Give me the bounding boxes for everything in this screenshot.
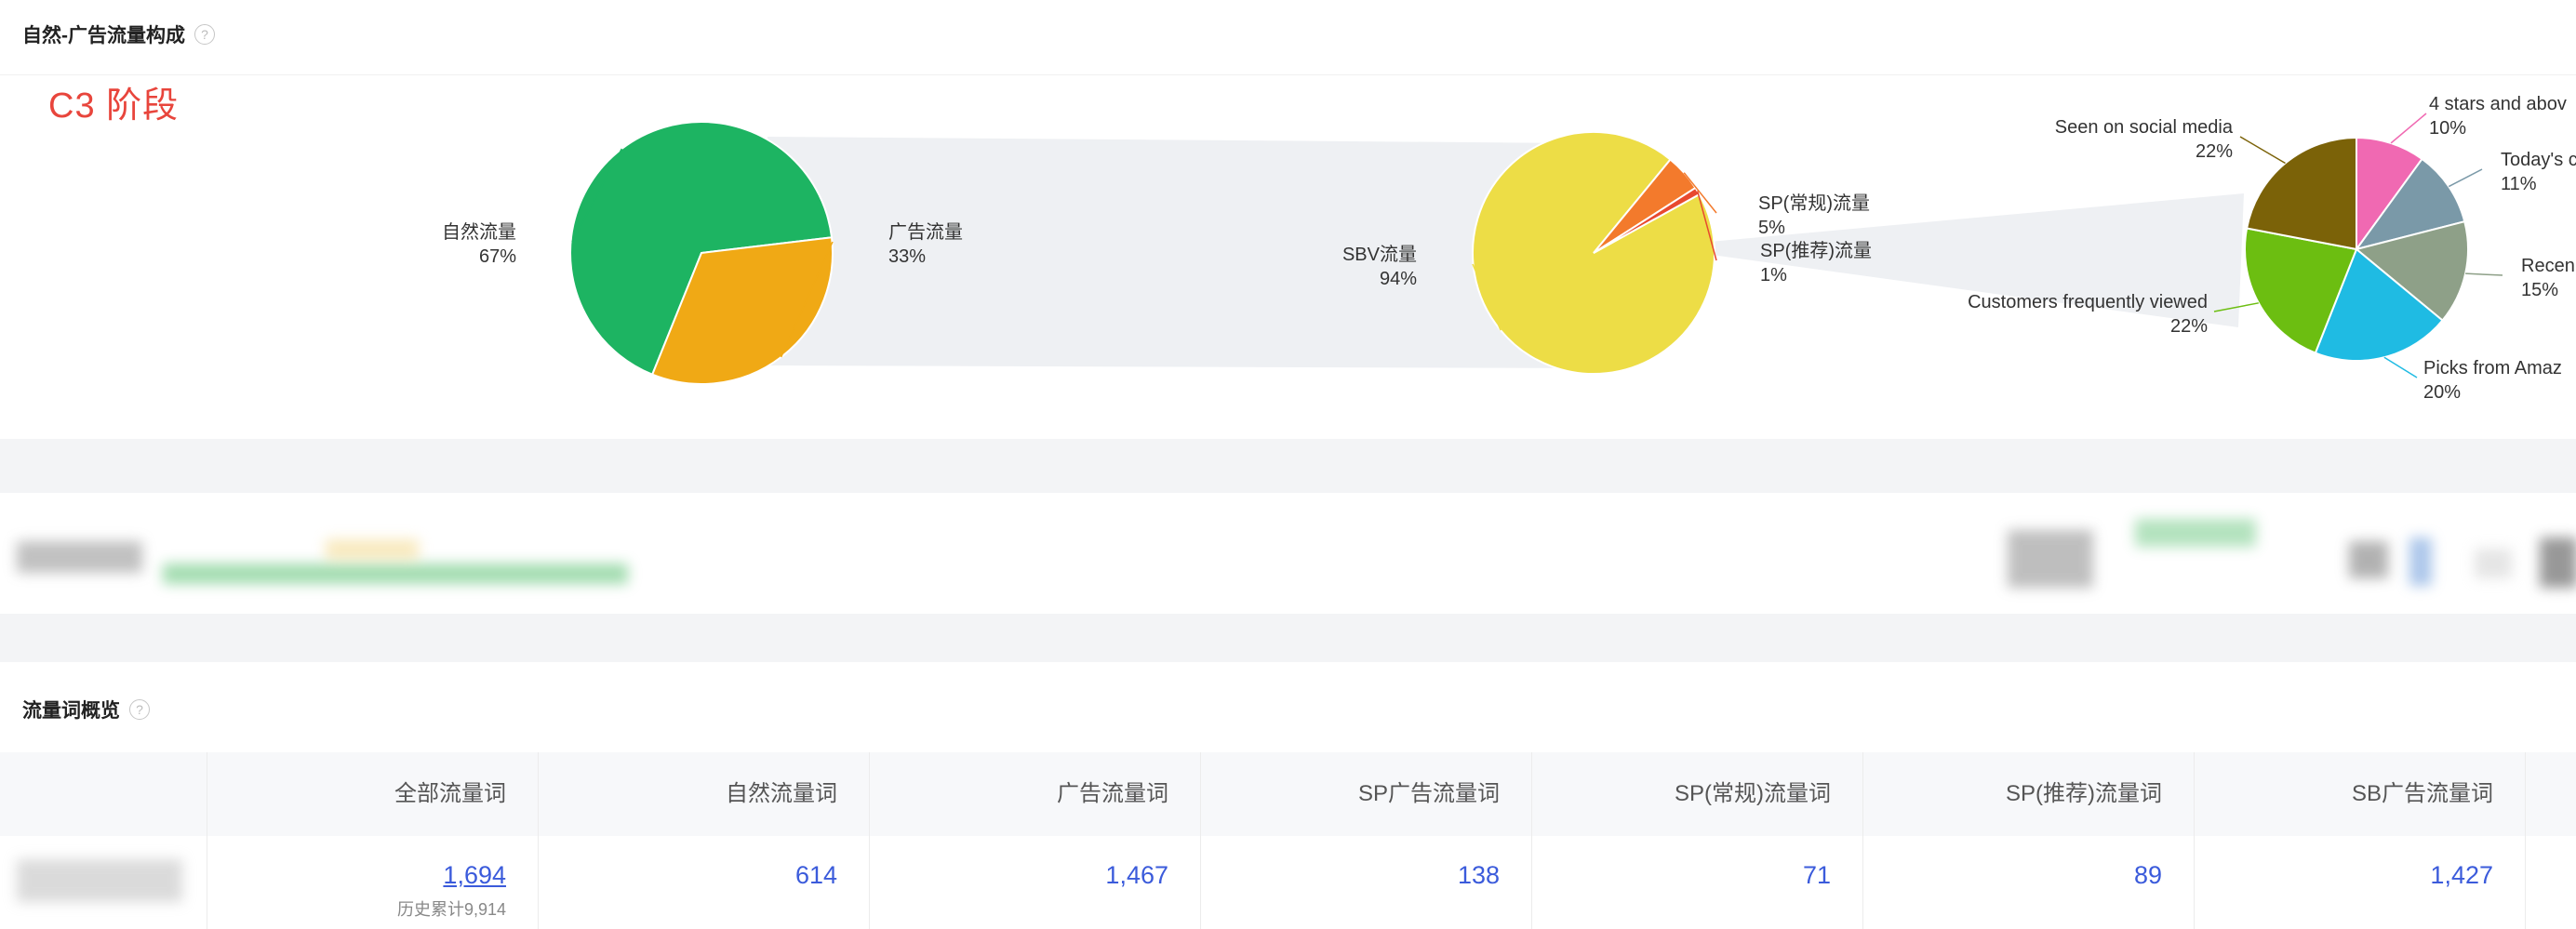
pie3-slice-percent: 20% — [2423, 382, 2461, 403]
pie2-slice-percent: 1% — [1760, 265, 1787, 285]
redacted-block — [17, 541, 142, 573]
redacted-row-label — [17, 859, 182, 902]
redacted-block — [2135, 519, 2256, 547]
divider — [1531, 752, 1532, 929]
keyword-overview-panel: 流量词概览 ? 全部流量词 自然流量词 广告流量词 SP广告流量词 SP(常规)… — [0, 662, 2576, 929]
leader-line — [2465, 272, 2503, 276]
redacted-block — [2409, 537, 2432, 586]
column-header-sp-regular-keywords[interactable]: SP(常规)流量词 — [1533, 752, 1831, 836]
pie3-slice-label: Seen on social media — [2055, 117, 2234, 138]
leader-line — [2239, 136, 2286, 165]
divider — [1200, 752, 1201, 929]
value-sp-keywords[interactable]: 138 — [1202, 861, 1500, 890]
column-header-all-keywords[interactable]: 全部流量词 — [207, 752, 506, 836]
value-sp-recommended-keywords[interactable]: 89 — [1864, 861, 2162, 890]
column-header-organic-keywords[interactable]: 自然流量词 — [540, 752, 837, 836]
value-ad-keywords[interactable]: 1,467 — [871, 861, 1168, 890]
pie2-slice-label: SP(常规)流量 — [1758, 192, 1870, 214]
pie3-slice-label: Customers frequently viewed — [1968, 292, 2208, 312]
divider — [2194, 752, 2195, 929]
divider — [1862, 752, 1863, 929]
pie1-slice-label: 广告流量 — [888, 221, 963, 243]
pie1-slice-label: 自然流量 — [442, 221, 516, 243]
overview-section-header: 流量词概览 ? — [22, 696, 150, 723]
value-all-keywords[interactable]: 1,694 — [207, 861, 506, 890]
divider — [538, 752, 539, 929]
pie3-slice-label: 4 stars and abov — [2429, 94, 2567, 114]
pie3-slice-percent: 22% — [2196, 141, 2233, 162]
redacted-info-bar — [0, 493, 2576, 614]
column-header-ad-keywords[interactable]: 广告流量词 — [871, 752, 1168, 836]
divider — [2525, 752, 2526, 929]
leader-line — [2383, 356, 2418, 378]
pie3-slice-label: Recen — [2521, 256, 2575, 276]
redacted-block — [326, 539, 419, 560]
pie3-slice-label: Picks from Amaz — [2423, 358, 2562, 378]
column-header-sp-keywords[interactable]: SP广告流量词 — [1202, 752, 1500, 836]
redacted-block — [2008, 530, 2093, 588]
pie1-slice-percent: 33% — [888, 246, 926, 267]
column-header-sp-recommended-keywords[interactable]: SP(推荐)流量词 — [1864, 752, 2162, 836]
leader-line — [2448, 168, 2483, 188]
help-icon[interactable]: ? — [129, 699, 150, 720]
divider — [869, 752, 870, 929]
pie2-slice-label: SP(推荐)流量 — [1760, 240, 1872, 261]
traffic-composition-panel: 自然-广告流量构成 ? C3 阶段 自然流量 67% 广告流量 33% SBV流量 94%… — [0, 0, 2576, 439]
pie2-slice-percent: 5% — [1758, 218, 1785, 238]
leader-line — [2390, 113, 2427, 144]
pie1-slice-percent: 67% — [479, 246, 516, 267]
traffic-pie-charts: 自然流量 67% 广告流量 33% SBV流量 94% SP(常规)流量 5%SP(推荐)流量… — [442, 94, 2576, 403]
column-header-sb-keywords[interactable]: SB广告流量词 — [2196, 752, 2493, 836]
pie2-slice-percent: 94% — [1380, 269, 1417, 289]
redacted-block — [163, 564, 628, 584]
redacted-block — [2540, 537, 2576, 588]
overview-title: 流量词概览 — [22, 700, 120, 722]
pie3-slice-percent: 22% — [2170, 316, 2208, 337]
redacted-block — [2475, 549, 2512, 578]
history-total-note: 历史累计9,914 — [396, 900, 506, 919]
pie3-slice-label: Today's c — [2501, 150, 2576, 170]
value-organic-keywords[interactable]: 614 — [540, 861, 837, 890]
pie2-slice-label: SBV流量 — [1342, 244, 1417, 265]
value-sp-regular-keywords[interactable]: 71 — [1533, 861, 1831, 890]
redacted-block — [2349, 541, 2388, 578]
pie3-slice-percent: 15% — [2521, 280, 2558, 300]
pie-connector-band — [763, 137, 1594, 368]
value-sb-keywords[interactable]: 1,427 — [2196, 861, 2493, 890]
table-header-row: 全部流量词 自然流量词 广告流量词 SP广告流量词 SP(常规)流量词 SP(推… — [0, 752, 2576, 836]
pie3-slice-percent: 10% — [2429, 118, 2466, 139]
pie3-slice-percent: 11% — [2501, 174, 2537, 194]
